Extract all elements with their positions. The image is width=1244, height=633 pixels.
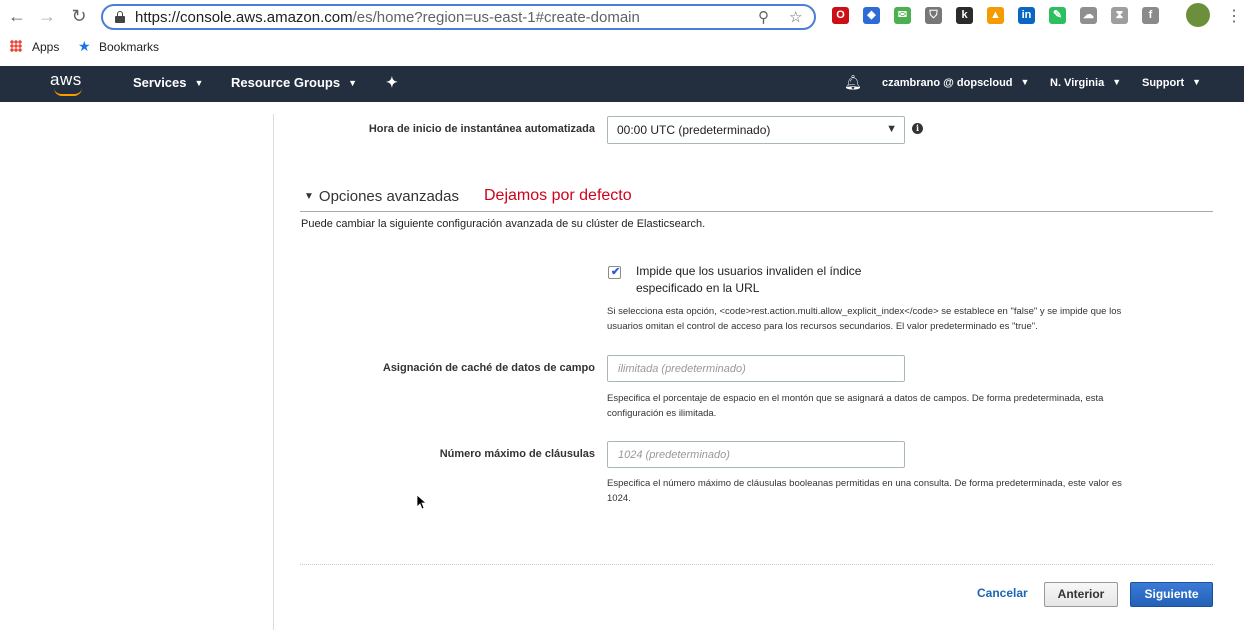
apps-icon[interactable] <box>10 40 22 52</box>
next-button[interactable]: Siguiente <box>1130 582 1213 607</box>
browser-chrome: ← → ↻ https://console.aws.amazon.com/es/… <box>0 0 1244 66</box>
annotation-note: Dejamos por defecto <box>484 187 632 204</box>
main-content: Hora de inicio de instantánea automatiza… <box>0 102 1244 633</box>
checkmark-icon: ✔ <box>611 266 621 278</box>
region-menu[interactable]: N. Virginia ▼ <box>1050 77 1121 89</box>
address-bar[interactable]: https://console.aws.amazon.com/es/home?r… <box>101 4 816 30</box>
footer-divider <box>300 564 1213 565</box>
chevron-down-icon: ▼ <box>1020 77 1030 87</box>
reload-icon[interactable]: ↻ <box>68 5 90 27</box>
chevron-down-icon: ▼ <box>1112 77 1122 87</box>
mouse-cursor-icon <box>416 494 426 510</box>
forward-icon[interactable]: → <box>36 5 58 27</box>
back-icon[interactable]: ← <box>6 5 28 27</box>
linkedin-icon[interactable]: in <box>1018 7 1035 24</box>
pin-icon[interactable]: ✦ <box>386 74 398 91</box>
field-cache-help: Especifica el porcentaje de espacio en e… <box>607 393 1104 419</box>
info-icon[interactable]: i <box>912 123 923 134</box>
triangle-ext-icon[interactable]: ▲ <box>987 7 1004 24</box>
advanced-description: Puede cambiar la siguiente configuración… <box>301 218 706 230</box>
chevron-down-icon: ▼ <box>348 78 358 88</box>
evernote-icon[interactable]: ✎ <box>1049 7 1066 24</box>
services-menu[interactable]: Services ▼ <box>133 75 203 90</box>
cancel-button[interactable]: Cancelar <box>977 586 1028 600</box>
bookmarks-star-icon: ★ <box>78 38 91 54</box>
browser-toolbar: ← → ↻ https://console.aws.amazon.com/es/… <box>0 0 1244 34</box>
menu-icon[interactable]: ⋮ <box>1226 6 1242 26</box>
max-clauses-label: Número máximo de cláusulas <box>439 448 595 460</box>
bell-icon[interactable]: 🔔︎ <box>844 74 862 91</box>
account-menu[interactable]: czambrano @ dopscloud ▼ <box>882 77 1029 89</box>
bookmarks-link[interactable]: Bookmarks <box>99 40 159 54</box>
snapshot-time-label: Hora de inicio de instantánea automatiza… <box>368 123 595 135</box>
inbox-icon[interactable]: ✉ <box>894 7 911 24</box>
star-icon[interactable]: ☆ <box>789 8 802 26</box>
chevron-down-icon: ▼ <box>1192 77 1202 87</box>
field-cache-input-wrap <box>607 355 905 382</box>
aws-logo[interactable]: aws <box>48 70 88 98</box>
opera-icon[interactable]: O <box>832 7 849 24</box>
section-divider <box>300 211 1213 212</box>
snapshot-time-select[interactable]: 00:00 UTC (predeterminado) ▼ <box>607 116 905 144</box>
resource-groups-menu[interactable]: Resource Groups ▼ <box>231 75 357 90</box>
k-ext-icon[interactable]: k <box>956 7 973 24</box>
tree-ext-icon[interactable]: ⧗ <box>1111 7 1128 24</box>
max-clauses-input[interactable] <box>608 442 904 467</box>
zoom-icon[interactable]: ⚲ <box>758 8 769 26</box>
support-menu[interactable]: Support ▼ <box>1142 77 1201 89</box>
sidebar-divider <box>273 114 274 630</box>
checkbox-label[interactable]: Impide que los usuarios invaliden el índ… <box>636 263 916 297</box>
field-cache-input[interactable] <box>608 356 904 381</box>
max-clauses-help: Especifica el número máximo de cláusulas… <box>607 478 1122 504</box>
cloud-ext-icon[interactable]: ☁ <box>1080 7 1097 24</box>
lock-icon <box>115 11 125 23</box>
profile-avatar[interactable] <box>1186 3 1210 27</box>
dropdown-arrow-icon: ▼ <box>886 123 897 135</box>
checkbox-help: Si selecciona esta opción, <code>rest.ac… <box>607 306 1122 332</box>
max-clauses-input-wrap <box>607 441 905 468</box>
caret-down-icon: ▼ <box>304 191 314 202</box>
facebook-icon[interactable]: f <box>1142 7 1159 24</box>
chevron-down-icon: ▼ <box>194 78 204 88</box>
apps-link[interactable]: Apps <box>32 40 59 54</box>
snapshot-time-value: 00:00 UTC (predeterminado) <box>617 123 771 137</box>
field-cache-label: Asignación de caché de datos de campo <box>382 362 595 374</box>
bookmarks-bar: Apps ★ Bookmarks <box>0 36 1244 58</box>
previous-button[interactable]: Anterior <box>1044 582 1118 607</box>
shield-ext-icon[interactable]: ⛉ <box>925 7 942 24</box>
nordvpn-icon[interactable]: ◆ <box>863 7 880 24</box>
url-text: https://console.aws.amazon.com/es/home?r… <box>135 9 640 26</box>
aws-navbar: aws Services ▼ Resource Groups ▼ ✦ 🔔︎ czam… <box>0 66 1244 102</box>
advanced-options-toggle[interactable]: ▼ Opciones avanzadas <box>304 188 459 205</box>
prevent-index-override-checkbox[interactable]: ✔ <box>608 266 621 279</box>
